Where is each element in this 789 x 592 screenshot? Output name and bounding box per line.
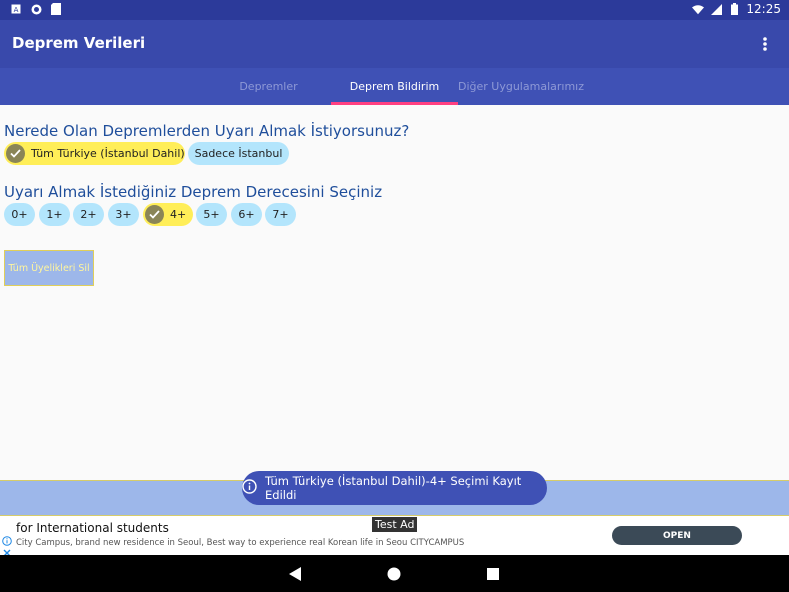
magnitude-option-0[interactable]: 0+	[4, 203, 35, 226]
overflow-menu-icon[interactable]	[755, 34, 775, 54]
magnitude-option-label: 1+	[46, 208, 63, 221]
magnitude-option-label: 4+	[170, 208, 187, 221]
tab-indicator	[331, 102, 458, 105]
app-bar: Deprem Verileri	[0, 20, 789, 68]
ad-banner[interactable]: for International students City Campus, …	[0, 516, 789, 557]
magnitude-question: Uyarı Almak İstediğiniz Deprem Derecesin…	[4, 183, 383, 201]
magnitude-option-7[interactable]: 7+	[265, 203, 296, 226]
region-option-sadece-istanbul[interactable]: Sadece İstanbul	[188, 142, 289, 165]
tab-deprem-bildirim[interactable]: Deprem Bildirim	[331, 68, 458, 105]
region-option-tum-turkiye[interactable]: Tüm Türkiye (İstanbul Dahil)	[4, 142, 185, 165]
ad-open-button[interactable]: OPEN	[612, 526, 742, 545]
magnitude-option-6[interactable]: 6+	[231, 203, 262, 226]
back-icon[interactable]	[287, 566, 303, 582]
region-question: Nerede Olan Depremlerden Uyarı Almak İst…	[4, 122, 410, 140]
home-icon[interactable]	[386, 566, 402, 582]
status-time: 12:25	[746, 2, 781, 16]
tab-diger-uygulamalarimiz[interactable]: Diğer Uygulamalarımız	[450, 68, 592, 105]
magnitude-option-3[interactable]: 3+	[108, 203, 139, 226]
magnitude-option-label: 6+	[238, 208, 255, 221]
recents-icon[interactable]	[485, 566, 501, 582]
signal-icon	[710, 3, 722, 15]
magnitude-option-label: 3+	[115, 208, 132, 221]
magnitude-option-4[interactable]: 4+	[143, 203, 193, 226]
status-left-icons: A	[10, 3, 62, 15]
tab-bar: Depremler Deprem Bildirim Diğer Uygulama…	[0, 68, 789, 105]
magnitude-option-label: 7+	[272, 208, 289, 221]
navigation-bar	[0, 555, 789, 592]
info-icon	[242, 479, 257, 497]
test-ad-badge: Test Ad	[372, 517, 418, 532]
magnitude-option-label: 0+	[11, 208, 28, 221]
check-icon	[6, 144, 25, 163]
wifi-icon	[692, 3, 705, 15]
ad-close-icon[interactable]	[2, 543, 12, 557]
app-title: Deprem Verileri	[12, 34, 146, 52]
ad-description: City Campus, brand new residence in Seou…	[16, 538, 465, 548]
magnitude-option-2[interactable]: 2+	[73, 203, 104, 226]
magnitude-option-5[interactable]: 5+	[196, 203, 227, 226]
magnitude-option-label: 5+	[203, 208, 220, 221]
status-right: 12:25	[692, 2, 781, 16]
svg-text:A: A	[14, 6, 19, 14]
battery-icon	[728, 3, 740, 15]
check-icon	[145, 205, 164, 224]
toast-text: Tüm Türkiye (İstanbul Dahil)-4+ Seçimi K…	[265, 474, 522, 502]
tab-depremler[interactable]: Depremler	[205, 68, 332, 105]
delete-all-subscriptions-button[interactable]: Tüm Üyelikleri Sil	[4, 250, 94, 286]
magnitude-option-label: 2+	[80, 208, 97, 221]
region-option-label: Tüm Türkiye (İstanbul Dahil)	[31, 147, 185, 160]
sd-card-icon	[50, 3, 62, 15]
ad-title: for International students	[16, 521, 169, 535]
a-box-icon: A	[10, 3, 22, 15]
magnitude-option-1[interactable]: 1+	[39, 203, 70, 226]
region-option-label: Sadece İstanbul	[194, 147, 283, 160]
toast-message: Tüm Türkiye (İstanbul Dahil)-4+ Seçimi K…	[242, 471, 547, 505]
status-bar: A 12:25	[0, 0, 789, 20]
circle-icon	[30, 3, 42, 15]
ad-info-icon[interactable]	[2, 531, 12, 546]
